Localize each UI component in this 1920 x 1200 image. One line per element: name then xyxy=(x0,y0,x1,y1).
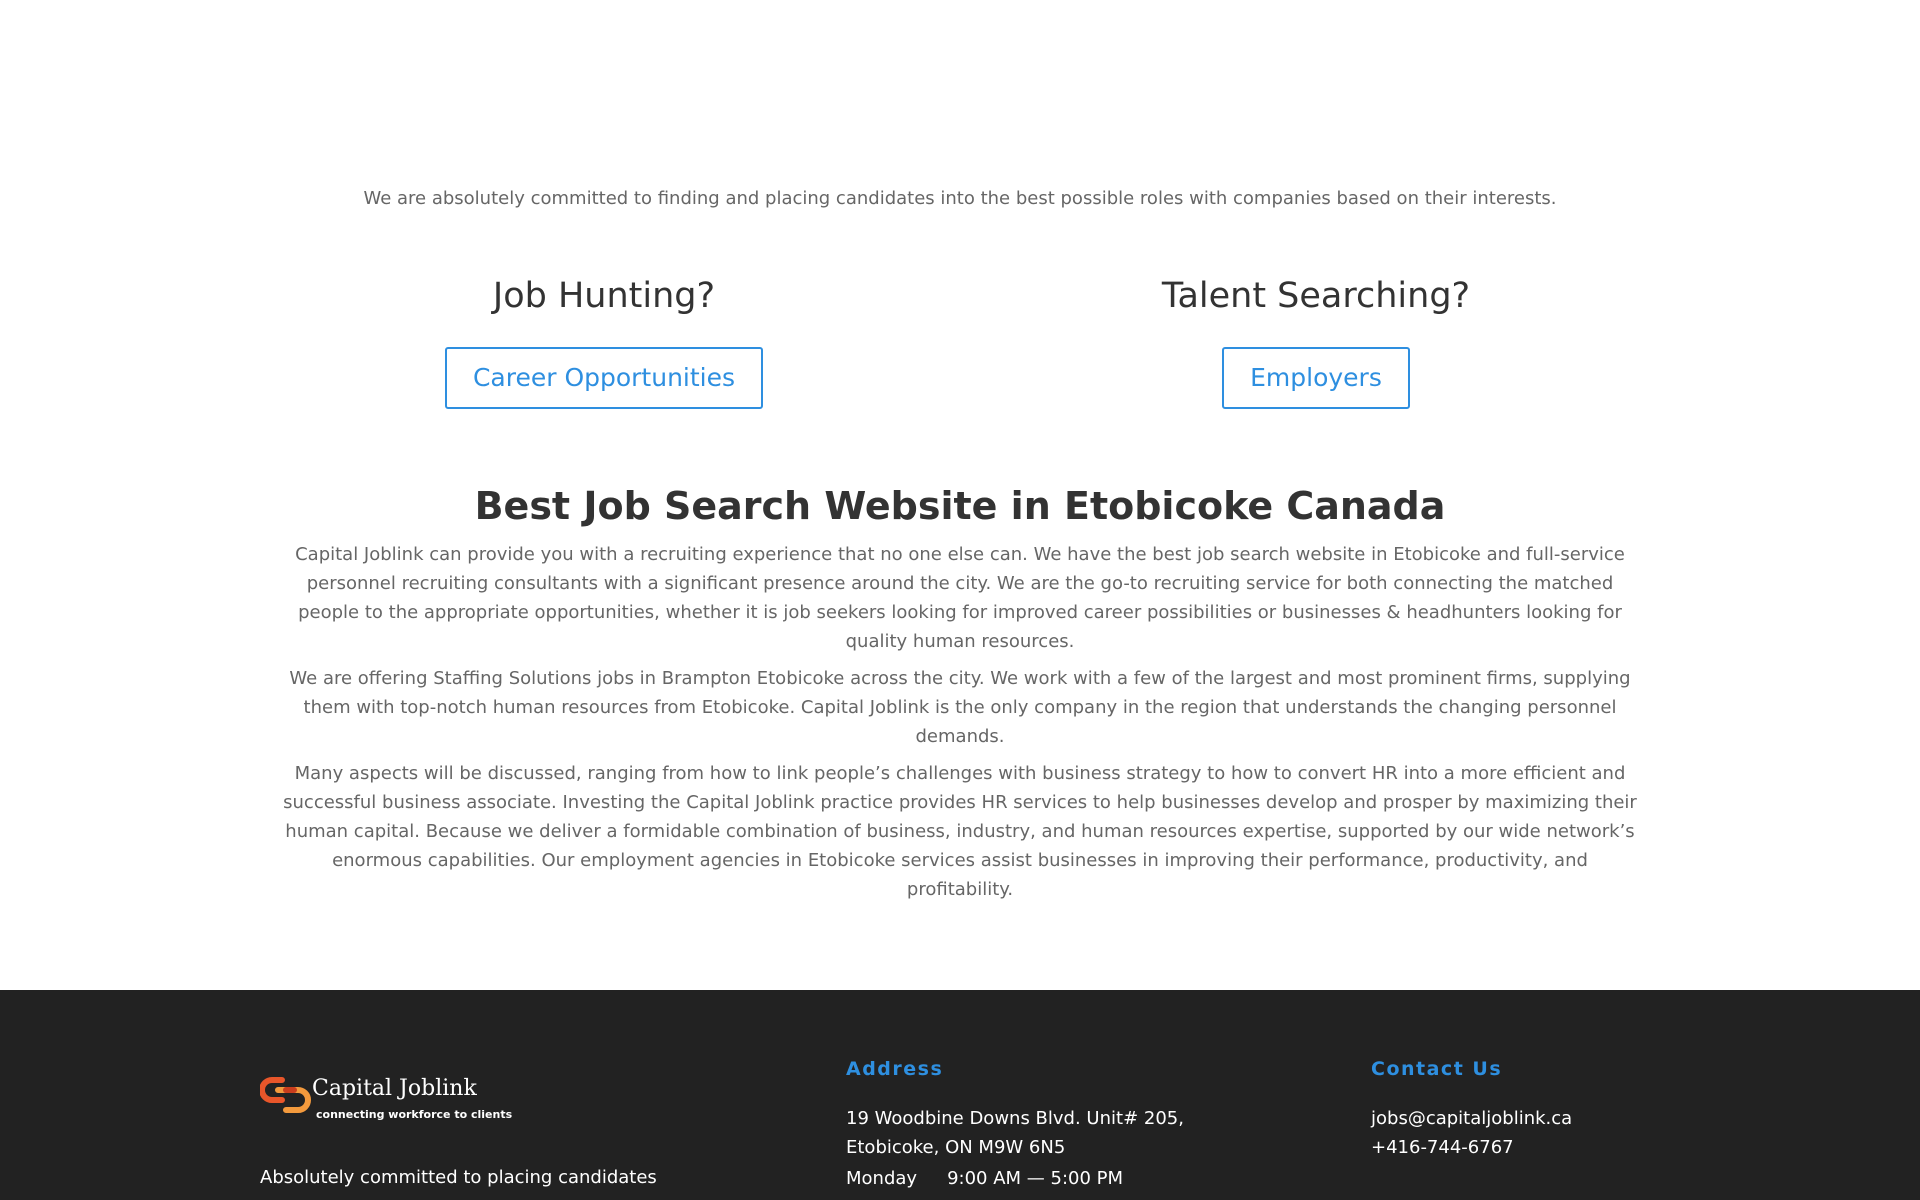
logo-tagline: connecting workforce to clients xyxy=(316,1108,513,1121)
talent-searching-section: Talent Searching? Employers xyxy=(966,270,1666,409)
business-hours-row: Monday 9:00 AM — 5:00 PM xyxy=(846,1164,1184,1193)
contact-heading: Contact Us xyxy=(1371,1058,1503,1080)
footer-description: Absolutely committed to placing candidat… xyxy=(260,1167,657,1188)
body-paragraph-2: We are offering Staffing Solutions jobs … xyxy=(289,668,1631,747)
job-hunting-title: Job Hunting? xyxy=(492,276,716,316)
page: We are absolutely committed to finding a… xyxy=(0,0,1920,1200)
talent-searching-title: Talent Searching? xyxy=(1161,276,1471,316)
chain-link-logo-icon xyxy=(260,1077,311,1113)
body-paragraph-1: Capital Joblink can provide you with a r… xyxy=(295,544,1625,652)
footer-contact-column: Contact Us jobs@capitaljoblink.ca +416-7… xyxy=(1371,1056,1572,1162)
hours-time: 9:00 AM — 5:00 PM xyxy=(947,1168,1124,1189)
hours-day: Monday xyxy=(846,1168,918,1189)
contact-phone-link[interactable]: +416-744-6767 xyxy=(1371,1137,1514,1158)
footer-logo[interactable]: Capital Joblink connecting workforce to … xyxy=(260,1066,512,1126)
body-paragraph-3: Many aspects will be discussed, ranging … xyxy=(283,763,1637,900)
site-footer: Capital Joblink connecting workforce to … xyxy=(0,990,1920,1200)
career-opportunities-button[interactable]: Career Opportunities xyxy=(444,347,764,409)
address-line-2: Etobicoke, ON M9W 6N5 xyxy=(846,1137,1066,1158)
address-line-1: 19 Woodbine Downs Blvd. Unit# 205, xyxy=(846,1108,1184,1129)
address-heading: Address xyxy=(846,1058,944,1080)
intro-text: We are absolutely committed to finding a… xyxy=(363,188,1557,209)
job-hunting-section: Job Hunting? Career Opportunities xyxy=(254,270,954,409)
contact-email-link[interactable]: jobs@capitaljoblink.ca xyxy=(1371,1108,1572,1129)
main-heading: Best Job Search Website in Etobicoke Can… xyxy=(474,484,1446,528)
logo-name: Capital Joblink xyxy=(312,1076,477,1101)
footer-address-column: Address 19 Woodbine Downs Blvd. Unit# 20… xyxy=(846,1056,1184,1193)
employers-button[interactable]: Employers xyxy=(1222,347,1410,409)
